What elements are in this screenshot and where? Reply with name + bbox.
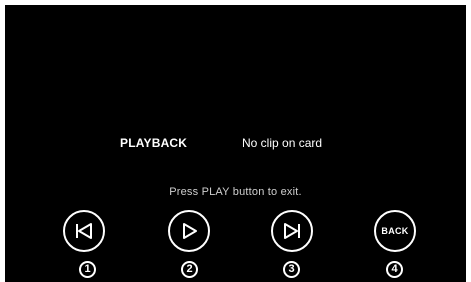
skip-previous-icon (76, 223, 92, 239)
status-text: No clip on card (242, 136, 323, 150)
skip-next-button[interactable] (271, 210, 313, 252)
number-badge-3: 3 (283, 261, 300, 278)
mode-label: PLAYBACK (120, 136, 188, 150)
back-button[interactable]: BACK (374, 210, 416, 252)
skip-next-icon (284, 223, 300, 239)
number-badge-1: 1 (79, 261, 96, 278)
play-button[interactable] (168, 210, 210, 252)
skip-previous-button[interactable] (63, 210, 105, 252)
number-badge-2: 2 (181, 261, 198, 278)
camera-screen: PLAYBACK No clip on card Press PLAY butt… (5, 5, 466, 282)
play-icon (183, 223, 197, 239)
number-badge-4: 4 (386, 261, 403, 278)
instruction-text: Press PLAY button to exit. (169, 186, 302, 198)
